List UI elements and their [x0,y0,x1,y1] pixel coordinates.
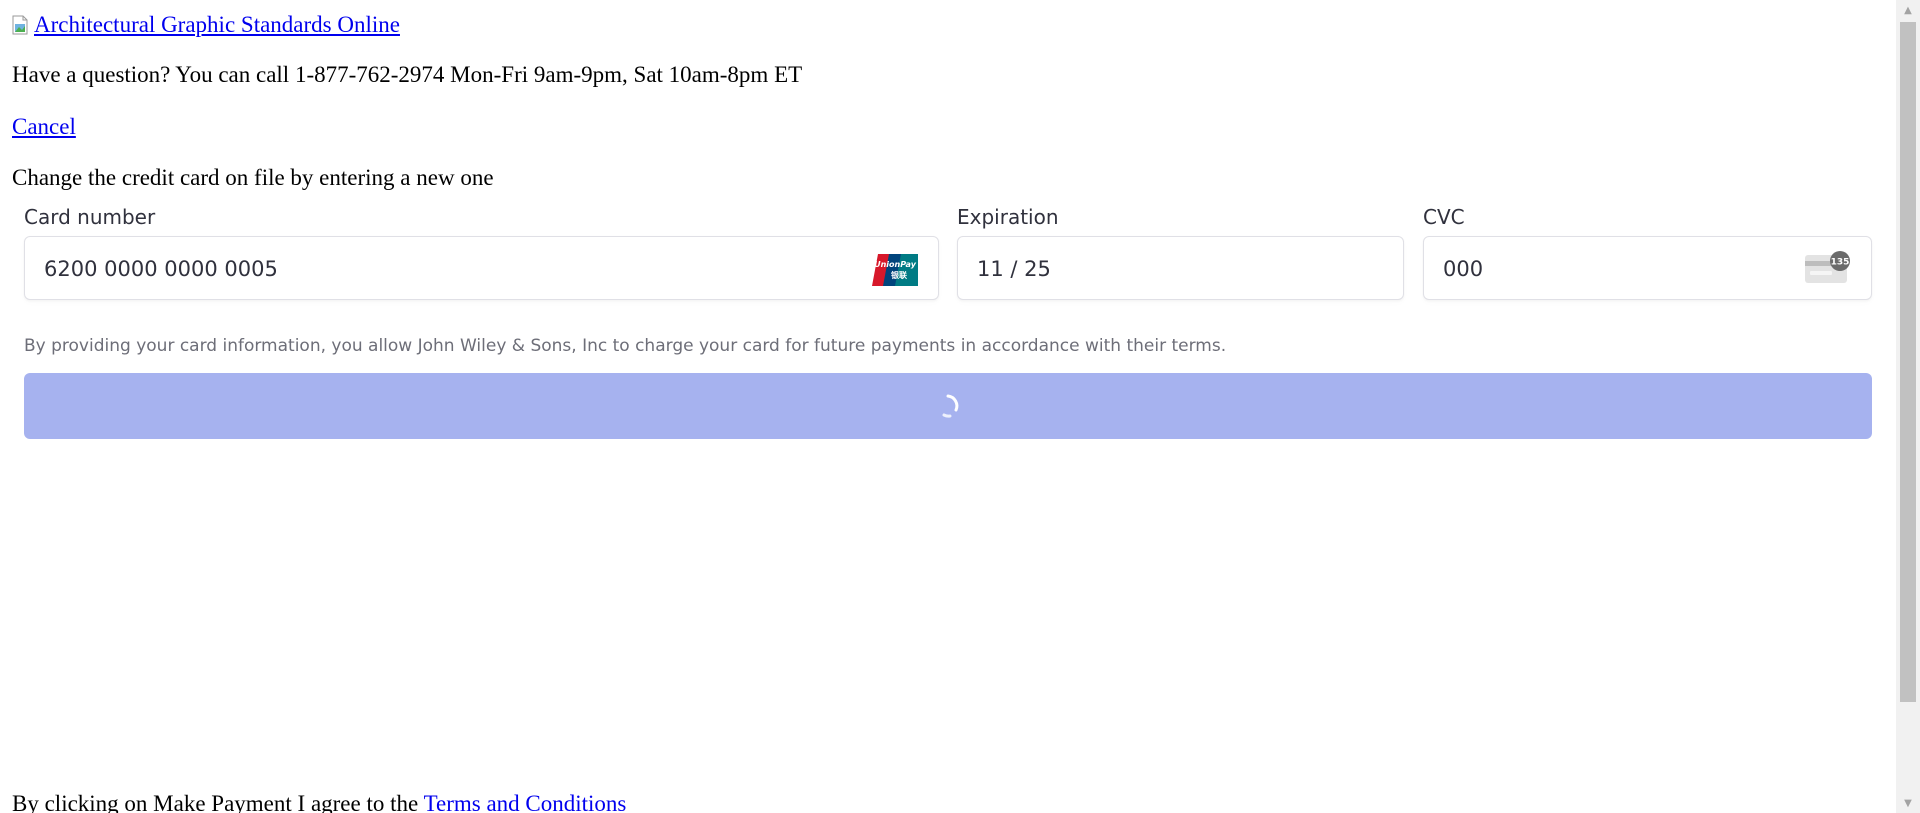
cvc-value: 000 [1443,257,1484,281]
scrollbar-thumb[interactable] [1900,22,1916,702]
page-instruction: Change the credit card on file by enteri… [12,165,494,190]
card-number-label: Card number [24,205,156,229]
logo-link[interactable]: Architectural Graphic Standards Online [12,12,400,38]
cancel-link[interactable]: Cancel [12,114,76,140]
loading-spinner-icon [934,392,962,420]
help-phone-text: Have a question? You can call 1-877-762-… [12,62,803,87]
cvc-badge-text: 135 [1831,258,1850,268]
terms-and-conditions-link[interactable]: Terms and Conditions [424,791,627,813]
expiration-value: 11 / 25 [977,257,1051,281]
card-number-field[interactable]: 6200 0000 0000 0005 UnionPay 银联 [24,236,939,300]
expiration-label: Expiration [957,205,1059,229]
submit-payment-button[interactable] [24,373,1872,439]
vertical-scrollbar[interactable]: ▲ ▼ [1896,0,1920,813]
agreement-text: By clicking on Make Payment I agree to t… [12,791,626,813]
scroll-up-arrow-icon[interactable]: ▲ [1896,0,1920,20]
broken-image-icon [12,15,30,35]
unionpay-text: UnionPay [874,260,917,269]
unionpay-icon: UnionPay 银联 [872,254,918,290]
agreement-prefix: By clicking on Make Payment I agree to t… [12,791,424,813]
cvc-field[interactable]: 000 135 [1423,236,1872,300]
cvc-label: CVC [1423,205,1465,229]
scroll-down-arrow-icon[interactable]: ▼ [1896,793,1920,813]
card-number-value: 6200 0000 0000 0005 [44,257,278,281]
unionpay-subtext: 银联 [890,270,907,280]
logo-alt-text: Architectural Graphic Standards Online [34,12,400,37]
expiration-field[interactable]: 11 / 25 [957,236,1404,300]
cvc-card-icon: 135 [1805,251,1851,291]
card-authorization-note: By providing your card information, you … [24,336,1227,356]
